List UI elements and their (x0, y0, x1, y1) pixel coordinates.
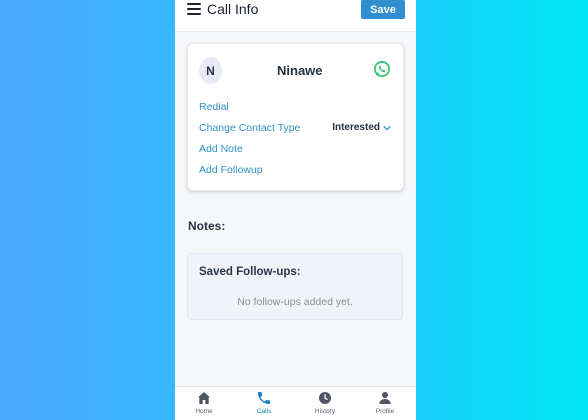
followups-title: Saved Follow-ups: (199, 266, 301, 278)
app-header: Call Info Save (175, 0, 416, 32)
nav-label-history: History (314, 408, 336, 415)
phone-icon (258, 392, 270, 404)
nav-item-profile[interactable]: Profile (365, 390, 405, 415)
nav-label-calls: Calls (256, 408, 272, 415)
page-title: Call Info (207, 1, 259, 17)
user-icon (379, 392, 391, 404)
hamburger-menu-icon[interactable] (187, 3, 201, 15)
followups-empty-message: No follow-ups added yet. (237, 296, 353, 308)
nav-item-history[interactable]: History (305, 390, 345, 415)
nav-label-home: Home (195, 408, 213, 415)
contact-type-dropdown[interactable]: Interested (332, 122, 391, 133)
phone-screen: Call Info Save N Ninawe Redial Change Co… (175, 0, 416, 420)
followups-panel: Saved Follow-ups: No follow-ups added ye… (187, 253, 403, 320)
add-followup-link[interactable]: Add Followup (199, 164, 263, 176)
nav-item-calls[interactable]: Calls (244, 390, 284, 415)
save-button[interactable]: Save (361, 0, 405, 19)
bottom-nav: Home Calls History Profile (175, 386, 416, 420)
nav-item-home[interactable]: Home (184, 390, 224, 415)
clock-icon (319, 392, 331, 404)
whatsapp-icon[interactable] (373, 60, 391, 78)
notes-label: Notes: (188, 219, 226, 233)
add-note-link[interactable]: Add Note (199, 143, 243, 155)
redial-link[interactable]: Redial (199, 101, 229, 113)
contact-name: Ninawe (277, 63, 323, 78)
avatar: N (199, 57, 222, 84)
home-icon (198, 392, 210, 404)
chevron-down-icon (383, 125, 391, 131)
nav-label-profile: Profile (375, 408, 395, 415)
contact-card: N Ninawe Redial Change Contact Type Inte… (187, 43, 404, 191)
change-contact-type-link[interactable]: Change Contact Type (199, 122, 300, 134)
contact-type-value: Interested (332, 122, 380, 133)
